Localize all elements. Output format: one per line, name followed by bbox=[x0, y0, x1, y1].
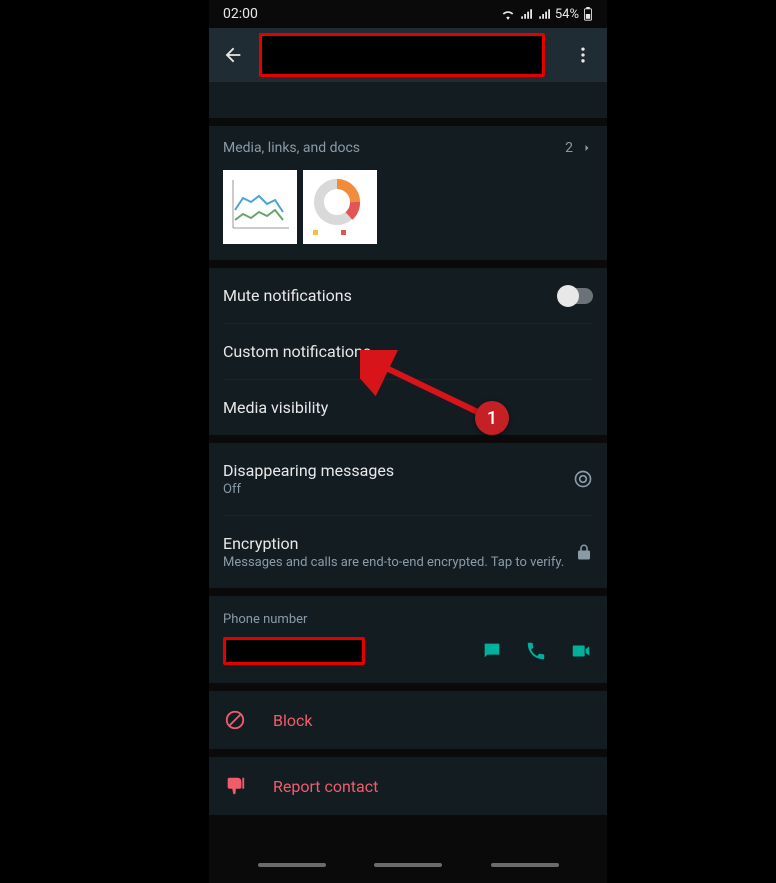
block-icon bbox=[224, 709, 246, 731]
wifi-icon bbox=[501, 8, 515, 20]
status-indicators: 54% bbox=[501, 7, 593, 22]
timer-icon bbox=[573, 469, 593, 489]
media-visibility-row[interactable]: Media visibility bbox=[223, 379, 593, 435]
media-thumb-2[interactable] bbox=[303, 170, 377, 244]
media-thumbnails bbox=[223, 156, 593, 260]
phone-section-label: Phone number bbox=[223, 596, 593, 637]
status-time: 02:00 bbox=[223, 6, 258, 22]
media-header[interactable]: Media, links, and docs 2 bbox=[223, 126, 593, 156]
mute-notifications-row[interactable]: Mute notifications bbox=[223, 268, 593, 323]
report-panel: Report contact bbox=[209, 757, 607, 815]
call-icon[interactable] bbox=[525, 640, 547, 662]
signal-icon-2 bbox=[537, 8, 551, 20]
disappearing-sub: Off bbox=[223, 482, 573, 497]
security-panel: Disappearing messages Off Encryption Mes… bbox=[209, 443, 607, 588]
disappearing-label: Disappearing messages bbox=[223, 461, 394, 480]
profile-stub bbox=[209, 82, 607, 118]
custom-notifications-row[interactable]: Custom notifications bbox=[223, 323, 593, 379]
encryption-sub: Messages and calls are end-to-end encryp… bbox=[223, 555, 575, 570]
video-icon[interactable] bbox=[569, 640, 593, 662]
status-bar: 02:00 54% bbox=[209, 0, 607, 28]
phone-frame: 02:00 54% Media, links, and docs bbox=[209, 0, 607, 883]
disappearing-messages-row[interactable]: Disappearing messages Off bbox=[223, 443, 593, 515]
media-visibility-label: Media visibility bbox=[223, 398, 593, 417]
media-thumb-1[interactable] bbox=[223, 170, 297, 244]
more-vertical-icon bbox=[573, 45, 593, 65]
encryption-label: Encryption bbox=[223, 534, 299, 553]
block-label: Block bbox=[273, 711, 312, 730]
report-label: Report contact bbox=[273, 777, 378, 796]
app-header bbox=[209, 28, 607, 82]
encryption-row[interactable]: Encryption Messages and calls are end-to… bbox=[223, 515, 593, 588]
nav-home[interactable] bbox=[374, 863, 442, 867]
custom-notifications-label: Custom notifications bbox=[223, 342, 593, 361]
more-menu-button[interactable] bbox=[569, 41, 597, 69]
signal-icon bbox=[519, 8, 533, 20]
block-panel: Block bbox=[209, 691, 607, 749]
arrow-left-icon bbox=[222, 44, 244, 66]
media-panel: Media, links, and docs 2 bbox=[209, 126, 607, 260]
phone-number-redacted bbox=[223, 637, 365, 665]
nav-recents[interactable] bbox=[258, 863, 326, 867]
notifications-panel: Mute notifications Custom notifications … bbox=[209, 268, 607, 435]
media-count: 2 bbox=[565, 140, 573, 156]
chevron-right-icon bbox=[581, 140, 593, 156]
phone-panel: Phone number bbox=[209, 596, 607, 683]
mute-label: Mute notifications bbox=[223, 286, 559, 305]
media-label: Media, links, and docs bbox=[223, 140, 360, 156]
lock-icon bbox=[575, 543, 593, 561]
report-row[interactable]: Report contact bbox=[223, 757, 593, 815]
contact-title-redacted bbox=[259, 33, 545, 77]
thumbs-down-icon bbox=[224, 775, 246, 797]
back-button[interactable] bbox=[219, 41, 247, 69]
battery-text: 54% bbox=[555, 7, 579, 22]
nav-back[interactable] bbox=[491, 863, 559, 867]
block-row[interactable]: Block bbox=[223, 691, 593, 749]
message-icon[interactable] bbox=[481, 640, 503, 662]
system-nav-bar bbox=[209, 853, 607, 877]
battery-icon bbox=[583, 7, 593, 21]
mute-switch-off[interactable] bbox=[559, 288, 593, 304]
